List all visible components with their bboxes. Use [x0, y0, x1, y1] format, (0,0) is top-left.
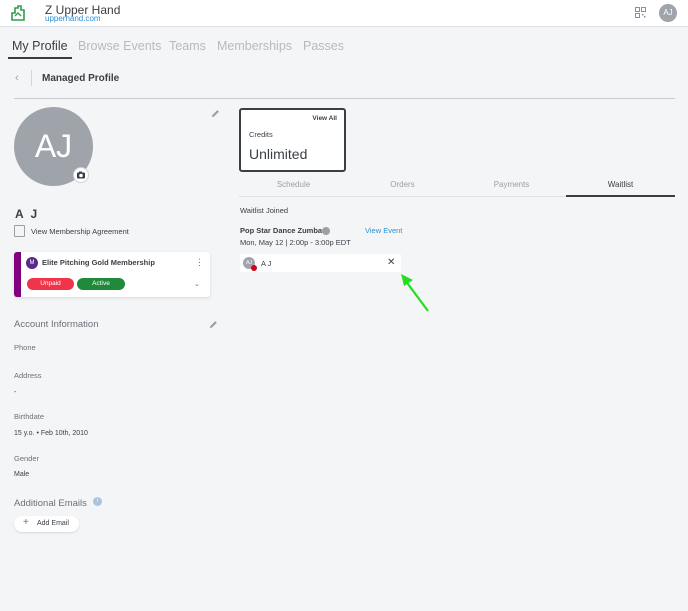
credits-value: Unlimited — [249, 146, 308, 162]
profile-name: A J — [15, 207, 40, 221]
active-tab-indicator — [8, 57, 72, 59]
tab-waitlist[interactable]: Waitlist — [566, 180, 675, 189]
pencil-icon[interactable] — [209, 320, 218, 329]
plus-icon: + — [23, 517, 29, 528]
credits-card: View All Credits Unlimited — [239, 108, 346, 172]
view-membership-agreement-link[interactable]: View Membership Agreement — [31, 227, 129, 236]
attendee-name: A J — [261, 259, 272, 268]
phone-label: Phone — [14, 343, 36, 352]
tab-browse-events[interactable]: Browse Events — [78, 39, 161, 53]
divider — [31, 70, 32, 86]
pencil-icon[interactable] — [211, 109, 220, 118]
membership-card[interactable]: M Elite Pitching Gold Membership ⋮ Unpai… — [14, 252, 210, 297]
tab-my-profile[interactable]: My Profile — [12, 39, 68, 53]
tab-payments[interactable]: Payments — [457, 180, 566, 189]
event-time: Mon, May 12 | 2:00p - 3:00p EDT — [240, 238, 351, 247]
active-tab-indicator — [566, 195, 675, 197]
event-type-icon — [322, 227, 330, 235]
brand-url[interactable]: upperhand.com — [45, 14, 101, 23]
add-email-label: Add Email — [37, 520, 69, 527]
status-dot — [251, 265, 257, 271]
address-label: Address — [14, 371, 42, 380]
qr-code-icon[interactable] — [635, 7, 646, 18]
birthdate-value: 15 y.o. • Feb 10th, 2010 — [14, 430, 88, 437]
user-avatar[interactable]: AJ — [659, 4, 677, 22]
address-value: - — [14, 389, 17, 396]
tab-memberships[interactable]: Memberships — [217, 39, 292, 53]
additional-emails-heading: Additional Emails — [14, 498, 87, 509]
divider — [14, 98, 675, 99]
tab-orders[interactable]: Orders — [348, 180, 457, 189]
main-tabs: My Profile Browse Events Teams Membershi… — [0, 27, 688, 60]
account-information-heading: Account Information — [14, 319, 99, 330]
upper-hand-logo-icon[interactable] — [9, 4, 27, 22]
membership-badge: M — [26, 257, 38, 269]
document-icon — [14, 225, 25, 237]
annotation-arrow-icon — [401, 274, 429, 312]
camera-icon[interactable] — [73, 167, 89, 183]
tab-schedule[interactable]: Schedule — [239, 180, 348, 189]
waitlist-joined-heading: Waitlist Joined — [240, 206, 289, 215]
membership-color-bar — [14, 252, 21, 297]
attendee-row: AJ A J ✕ — [240, 254, 401, 272]
chevron-left-icon[interactable]: ‹ — [15, 72, 19, 84]
event-name: Pop Star Dance Zumba — [240, 226, 323, 235]
status-badge-unpaid: Unpaid — [27, 278, 74, 290]
close-icon[interactable]: ✕ — [387, 257, 395, 268]
membership-title: Elite Pitching Gold Membership — [42, 258, 155, 267]
credits-label: Credits — [249, 130, 273, 139]
gender-value: Male — [14, 471, 30, 478]
more-vertical-icon[interactable]: ⋮ — [195, 257, 204, 268]
tab-passes[interactable]: Passes — [303, 39, 344, 53]
view-all-link[interactable]: View All — [312, 115, 337, 122]
gender-label: Gender — [14, 454, 40, 463]
info-icon[interactable]: i — [93, 497, 102, 506]
page-title: Managed Profile — [42, 73, 120, 84]
chevron-down-icon[interactable]: ⌄ — [194, 280, 200, 288]
tab-teams[interactable]: Teams — [169, 39, 206, 53]
status-badge-active: Active — [77, 278, 125, 290]
add-email-button[interactable]: + Add Email — [14, 516, 79, 532]
view-event-link[interactable]: View Event — [365, 226, 402, 235]
top-bar: Z Upper Hand upperhand.com AJ — [0, 0, 688, 27]
birthdate-label: Birthdate — [14, 412, 45, 421]
